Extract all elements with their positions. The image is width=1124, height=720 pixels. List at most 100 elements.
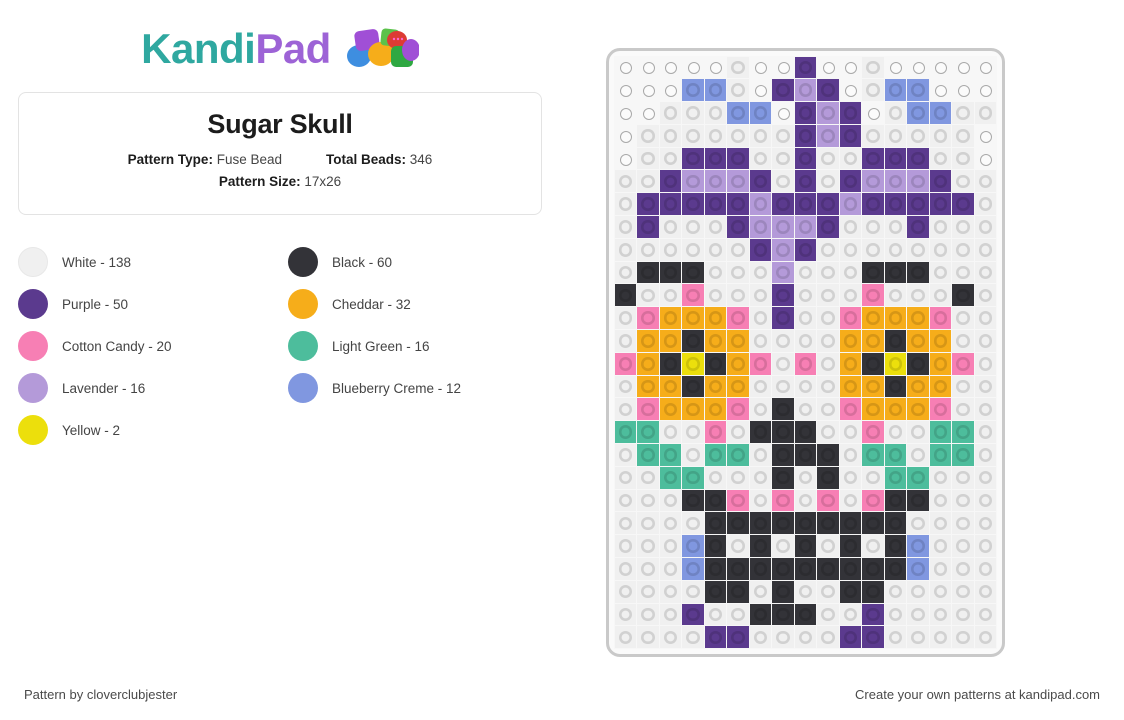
bead-cell[interactable]: [704, 261, 727, 284]
bead-cell[interactable]: [659, 352, 682, 375]
bead-cell[interactable]: [839, 626, 862, 649]
bead-cell[interactable]: [974, 603, 997, 626]
bead-cell[interactable]: [884, 147, 907, 170]
bead-cell[interactable]: [794, 330, 817, 353]
bead-cell[interactable]: [816, 352, 840, 375]
bead-cell[interactable]: [951, 603, 975, 626]
bead-cell[interactable]: [929, 193, 952, 216]
bead-cell[interactable]: [681, 535, 705, 558]
bead-cell[interactable]: [726, 56, 750, 79]
bead-cell[interactable]: [704, 238, 727, 261]
bead-cell[interactable]: [929, 147, 952, 170]
bead-cell[interactable]: [794, 558, 817, 581]
peg-hole[interactable]: [817, 56, 840, 79]
bead-cell[interactable]: [704, 284, 727, 307]
bead-cell[interactable]: [974, 238, 997, 261]
bead-cell[interactable]: [659, 261, 682, 284]
bead-cell[interactable]: [929, 170, 952, 193]
bead-cell[interactable]: [636, 147, 660, 170]
bead-cell[interactable]: [794, 603, 817, 626]
bead-cell[interactable]: [816, 79, 840, 102]
bead-cell[interactable]: [726, 535, 750, 558]
bead-cell[interactable]: [636, 216, 660, 239]
bead-cell[interactable]: [681, 124, 705, 147]
bead-cell[interactable]: [974, 375, 997, 398]
bead-cell[interactable]: [704, 535, 727, 558]
bead-cell[interactable]: [659, 307, 682, 330]
bead-cell[interactable]: [726, 79, 750, 102]
bead-cell[interactable]: [636, 398, 660, 421]
bead-cell[interactable]: [704, 375, 727, 398]
peg-hole[interactable]: [862, 102, 885, 125]
bead-cell[interactable]: [749, 261, 772, 284]
bead-cell[interactable]: [884, 284, 907, 307]
bead-cell[interactable]: [636, 284, 660, 307]
bead-cell[interactable]: [771, 147, 795, 170]
bead-cell[interactable]: [794, 261, 817, 284]
bead-cell[interactable]: [726, 580, 750, 603]
peg-hole[interactable]: [974, 124, 997, 147]
peg-hole[interactable]: [884, 56, 907, 79]
bead-cell[interactable]: [884, 580, 907, 603]
bead-cell[interactable]: [614, 375, 637, 398]
bead-cell[interactable]: [681, 489, 705, 512]
bead-cell[interactable]: [816, 580, 840, 603]
bead-cell[interactable]: [794, 489, 817, 512]
bead-cell[interactable]: [929, 512, 952, 535]
bead-cell[interactable]: [704, 124, 727, 147]
bead-cell[interactable]: [771, 238, 795, 261]
bead-cell[interactable]: [726, 102, 750, 125]
bead-cell[interactable]: [614, 170, 637, 193]
bead-cell[interactable]: [726, 261, 750, 284]
bead-cell[interactable]: [929, 398, 952, 421]
bead-cell[interactable]: [681, 307, 705, 330]
bead-cell[interactable]: [636, 558, 660, 581]
bead-cell[interactable]: [704, 216, 727, 239]
peg-hole[interactable]: [772, 102, 795, 125]
bead-cell[interactable]: [614, 238, 637, 261]
bead-cell[interactable]: [659, 466, 682, 489]
bead-cell[interactable]: [614, 284, 637, 307]
bead-cell[interactable]: [636, 261, 660, 284]
bead-cell[interactable]: [659, 170, 682, 193]
bead-cell[interactable]: [906, 466, 930, 489]
bead-cell[interactable]: [884, 170, 907, 193]
bead-cell[interactable]: [906, 580, 930, 603]
bead-cell[interactable]: [704, 330, 727, 353]
bead-cell[interactable]: [929, 330, 952, 353]
bead-cell[interactable]: [749, 558, 772, 581]
bead-cell[interactable]: [861, 307, 885, 330]
bead-cell[interactable]: [816, 466, 840, 489]
bead-cell[interactable]: [704, 398, 727, 421]
bead-cell[interactable]: [681, 102, 705, 125]
bead-cell[interactable]: [884, 193, 907, 216]
bead-cell[interactable]: [726, 626, 750, 649]
bead-cell[interactable]: [884, 375, 907, 398]
bead-cell[interactable]: [861, 603, 885, 626]
bead-cell[interactable]: [929, 261, 952, 284]
bead-cell[interactable]: [681, 512, 705, 535]
bead-cell[interactable]: [771, 558, 795, 581]
bead-cell[interactable]: [974, 352, 997, 375]
bead-cell[interactable]: [816, 535, 840, 558]
bead-cell[interactable]: [861, 466, 885, 489]
bead-cell[interactable]: [636, 193, 660, 216]
bead-cell[interactable]: [929, 352, 952, 375]
bead-cell[interactable]: [726, 238, 750, 261]
bead-cell[interactable]: [681, 626, 705, 649]
bead-cell[interactable]: [816, 398, 840, 421]
bead-cell[interactable]: [884, 238, 907, 261]
bead-cell[interactable]: [906, 170, 930, 193]
bead-cell[interactable]: [659, 444, 682, 467]
bead-cell[interactable]: [951, 216, 975, 239]
bead-cell[interactable]: [839, 512, 862, 535]
bead-cell[interactable]: [614, 603, 637, 626]
bead-cell[interactable]: [974, 216, 997, 239]
bead-cell[interactable]: [906, 558, 930, 581]
peg-hole[interactable]: [749, 56, 772, 79]
bead-cell[interactable]: [974, 421, 997, 444]
bead-cell[interactable]: [771, 216, 795, 239]
bead-cell[interactable]: [929, 238, 952, 261]
bead-cell[interactable]: [929, 489, 952, 512]
bead-cell[interactable]: [974, 330, 997, 353]
